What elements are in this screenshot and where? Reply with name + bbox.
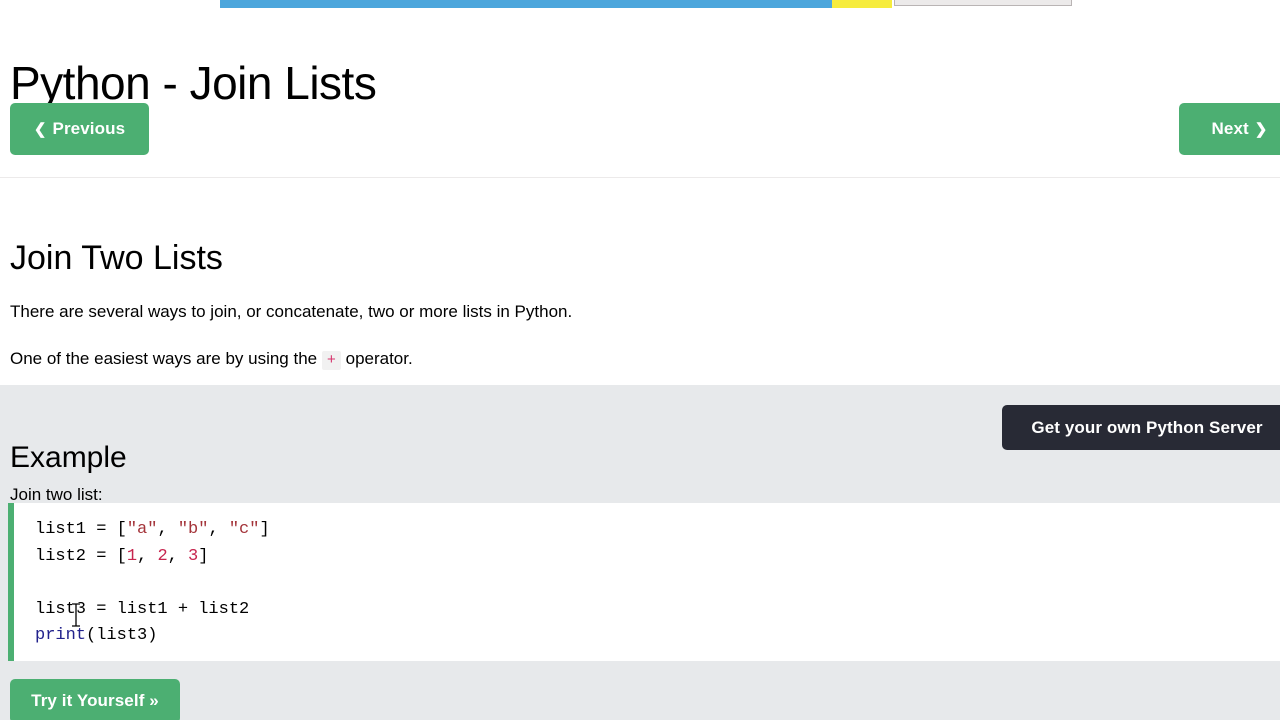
code-l5-rest: (list3) xyxy=(86,626,158,645)
next-button-label: Next xyxy=(1211,119,1249,138)
page-root: Python - Join Lists ❮ Previous Next ❯ Jo… xyxy=(0,0,1280,720)
chevron-left-icon: ❮ xyxy=(33,121,47,138)
code-l1-prefix: list1 = [ xyxy=(35,520,127,539)
header-divider xyxy=(0,177,1280,178)
get-own-python-server-label: Get your own Python Server xyxy=(1031,417,1263,437)
code-line-1: list1 = ["a", "b", "c"] xyxy=(35,520,270,539)
next-button[interactable]: Next ❯ xyxy=(1179,103,1280,155)
code-l2-sep-1: , xyxy=(137,546,158,566)
previous-button-label: Previous xyxy=(52,119,126,138)
paragraph-operator: One of the easiest ways are by using the… xyxy=(10,347,413,373)
code-l2-prefix: list2 = [ xyxy=(35,546,127,566)
previous-button[interactable]: ❮ Previous xyxy=(10,103,149,155)
try-it-yourself-button[interactable]: Try it Yourself » xyxy=(10,679,180,720)
try-it-yourself-label: Try it Yourself » xyxy=(31,691,159,710)
section-heading: Join Two Lists xyxy=(10,239,223,278)
code-l1-sep-2: , xyxy=(208,520,229,539)
code-l5-keyword-print: print xyxy=(35,626,87,645)
code-l2-number-1: 1 xyxy=(126,546,138,566)
get-own-python-server-button[interactable]: Get your own Python Server xyxy=(1002,405,1280,450)
code-content: list1 = ["a", "b", "c"] list2 = [1, 2, 3… xyxy=(35,517,1280,650)
code-block[interactable]: list1 = ["a", "b", "c"] list2 = [1, 2, 3… xyxy=(8,503,1280,661)
chevron-right-icon: ❯ xyxy=(1254,121,1268,138)
paragraph-operator-text-after: operator. xyxy=(345,349,413,368)
paragraph-intro: There are several ways to join, or conca… xyxy=(10,302,573,321)
top-navbar xyxy=(0,0,1280,8)
code-l1-string-a: "a" xyxy=(126,520,158,539)
code-l2-suffix: ] xyxy=(198,546,209,566)
code-l2-sep-2: , xyxy=(167,546,189,566)
code-l1-sep-1: , xyxy=(157,520,178,539)
paragraph-operator-text-before: One of the easiest ways are by using the xyxy=(10,349,318,368)
navbar-search-input[interactable] xyxy=(894,0,1072,6)
code-line-2: list2 = [1, 2, 3] xyxy=(35,547,208,566)
code-l2-number-2: 2 xyxy=(157,546,168,566)
navbar-background xyxy=(220,0,834,8)
code-l1-suffix: ] xyxy=(259,520,270,539)
code-line-4: list3 = list1 + list2 xyxy=(35,599,250,619)
code-line-5: print(list3) xyxy=(35,626,157,645)
navbar-search-button[interactable] xyxy=(832,0,892,8)
inline-code-plus-operator: + xyxy=(321,351,341,370)
example-heading: Example xyxy=(10,441,127,474)
code-l1-string-c: "c" xyxy=(228,520,260,539)
code-l2-number-3: 3 xyxy=(188,546,199,566)
code-l1-string-b: "b" xyxy=(177,520,209,539)
